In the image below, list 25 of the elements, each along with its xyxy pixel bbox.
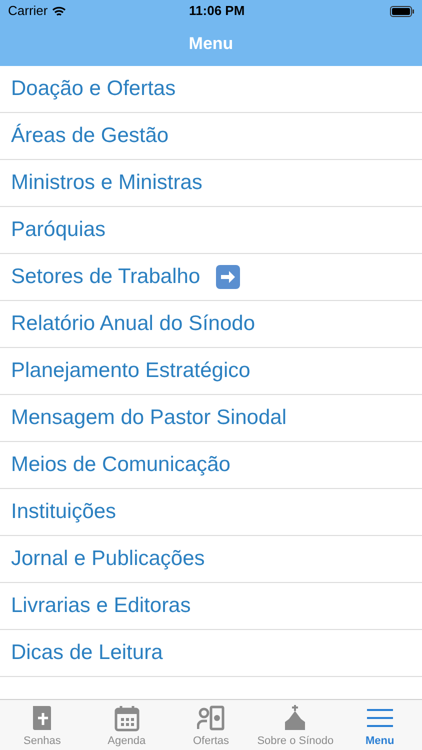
list-row[interactable]: Ministros e Ministras <box>0 160 422 207</box>
list-row[interactable]: Meios de Comunicação <box>0 442 422 489</box>
list-row[interactable]: Jornal e Publicações <box>0 536 422 583</box>
time-text: 11:06 PM <box>188 2 246 20</box>
list-row[interactable]: Instituições <box>0 489 422 536</box>
list-row[interactable]: Doação e Ofertas <box>0 66 422 113</box>
battery-icon <box>390 6 414 16</box>
tab-bar-item[interactable]: Menu <box>338 700 422 750</box>
tab-bar-item[interactable]: Senhas <box>0 700 84 750</box>
nav-title: Menu <box>188 33 234 56</box>
tab-bar-item[interactable]: Agenda <box>84 700 169 750</box>
list-row[interactable]: Áreas de Gestão <box>0 113 422 160</box>
list-row[interactable]: Planejamento Estratégico <box>0 348 422 395</box>
list-row[interactable]: Dicas de Leitura <box>0 630 422 677</box>
list-row[interactable]: Livrarias e Editoras <box>0 583 422 630</box>
list-row[interactable]: Setores de Trabalho <box>0 254 422 301</box>
wifi-icon <box>52 6 66 16</box>
list-row[interactable]: Relatório Anual do Sínodo <box>0 301 422 348</box>
carrier-text: Carrier <box>8 2 48 20</box>
tab-bar-item[interactable]: Sobre o Sínodo <box>253 700 338 750</box>
person-money-icon <box>197 704 226 732</box>
calendar-icon <box>112 704 141 732</box>
tab-bar-item[interactable]: Ofertas <box>168 700 254 750</box>
list-row[interactable]: Paróquias <box>0 207 422 254</box>
list-row[interactable]: Mensagem do Pastor Sinodal <box>0 395 422 442</box>
